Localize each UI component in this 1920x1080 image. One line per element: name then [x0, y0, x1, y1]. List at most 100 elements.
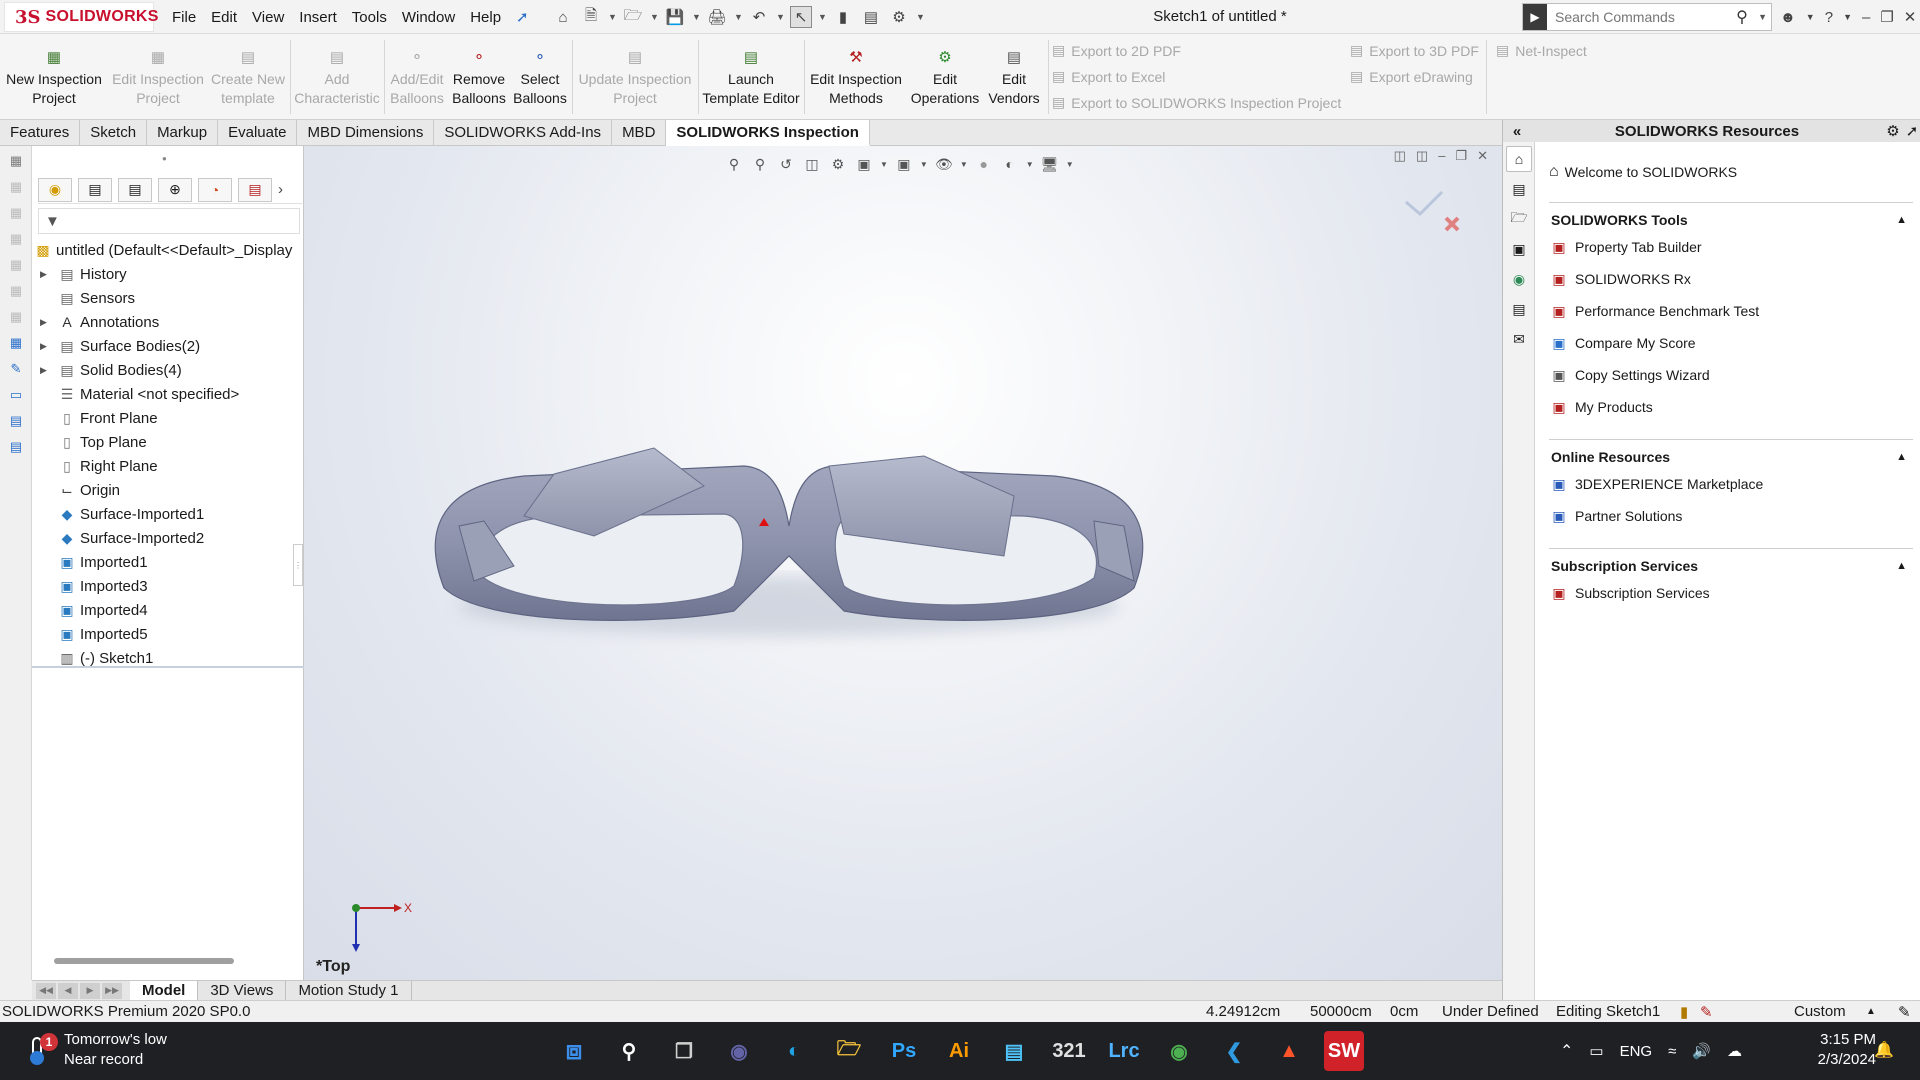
file-properties-icon[interactable]: ▤ [860, 6, 882, 28]
minimize-icon[interactable]: – [1862, 9, 1870, 26]
quick-tips-icon[interactable]: ✎ [1700, 1003, 1713, 1021]
illustrator-icon[interactable]: Ai [939, 1031, 979, 1071]
split-view-icon[interactable]: ◫ [1394, 148, 1406, 164]
edit-inspection-project-button[interactable]: ▦ Edit Inspection Project [108, 46, 208, 108]
media-player-icon[interactable]: 321 [1049, 1031, 1089, 1071]
display-tool-icon[interactable]: ▭ [5, 384, 27, 406]
onedrive-icon[interactable]: ☁ [1727, 1042, 1742, 1060]
tree-root-part[interactable]: ▩ untitled (Default<<Default>_Display [32, 238, 304, 262]
resource-section-header[interactable]: Online Resources ▲ [1549, 446, 1913, 468]
tree-item[interactable]: ▣ Imported5 [32, 622, 304, 646]
chevron-down-icon[interactable]: ▼ [1806, 12, 1815, 22]
eyeglasses-frame-model[interactable] [404, 356, 1174, 656]
edge-icon[interactable]: ◐ [774, 1031, 814, 1071]
chevron-up-icon[interactable]: ⌃ [1560, 1041, 1573, 1061]
rollback-bar[interactable] [32, 666, 304, 668]
chevron-down-icon[interactable]: ▼ [650, 12, 659, 22]
graphics-viewport[interactable]: ⚲ ⚲ ↺ ◫ ⚙ ▣ ▼ ▣ ▼ 👁 ▼ ● ◐ ▼ 🖥 ▼ ◫ ◫ – ❐ ✕ [304, 146, 1502, 980]
tablet-icon[interactable]: ▭ [1589, 1042, 1603, 1060]
menu-file[interactable]: File [172, 9, 196, 26]
dynamic-annotation-icon[interactable]: ⚙ [828, 154, 848, 174]
vscode-icon[interactable]: ❮ [1214, 1031, 1254, 1071]
tree-item[interactable]: ▶ ▤ Surface Bodies(2) [32, 334, 304, 358]
last-tab-icon[interactable]: ▶▶ [102, 982, 122, 999]
appearances-icon[interactable]: ◉ [1506, 266, 1532, 292]
select-pointer-icon[interactable]: ↖ [790, 6, 812, 28]
search-icon[interactable]: ⚲ [609, 1031, 649, 1071]
unit-system-selector[interactable]: Custom [1794, 1003, 1846, 1020]
sketch-tool-icon[interactable]: ▦ [5, 228, 27, 250]
menu-view[interactable]: View [252, 9, 284, 26]
panel-collapse-handle[interactable]: ⋮ [293, 544, 303, 586]
expand-arrow-icon[interactable]: ▶ [40, 365, 52, 376]
resource-section-header[interactable]: SOLIDWORKS Tools ▲ [1549, 209, 1913, 231]
restore-icon[interactable]: ❐ [1455, 148, 1467, 164]
feature-tree-tab-icon[interactable]: ◉ [38, 177, 72, 202]
chevron-right-icon[interactable]: › [278, 181, 283, 198]
sketch-tool-icon[interactable]: ▦ [5, 254, 27, 276]
view-palette-icon[interactable]: ▣ [1506, 236, 1532, 262]
tab-model[interactable]: Model [130, 980, 199, 1001]
prev-tab-icon[interactable]: ◀ [58, 982, 78, 999]
tab-3d-views[interactable]: 3D Views [198, 980, 287, 1001]
undo-icon[interactable]: ↶ [748, 6, 770, 28]
split-view-icon[interactable]: ◫ [1416, 148, 1428, 164]
zoom-to-fit-icon[interactable]: ⚲ [724, 154, 744, 174]
first-tab-icon[interactable]: ◀◀ [36, 982, 56, 999]
edit-vendors-button[interactable]: ▤ Edit Vendors [982, 46, 1046, 108]
solidworks-icon[interactable]: SW [1324, 1031, 1364, 1071]
open-folder-icon[interactable]: 🗁 [622, 6, 644, 28]
custom-properties-icon[interactable]: ▤ [1506, 296, 1532, 322]
minimize-icon[interactable]: – [1438, 148, 1445, 164]
export-inspection-project-button[interactable]: ▤ Export to SOLIDWORKS Inspection Project [1052, 94, 1341, 111]
resource-link[interactable]: ▣ Partner Solutions [1549, 500, 1913, 532]
next-tab-icon[interactable]: ▶ [80, 982, 100, 999]
chevron-down-icon[interactable]: ▼ [1026, 160, 1034, 169]
update-inspection-project-button[interactable]: ▤ Update Inspection Project [574, 46, 696, 108]
tree-item[interactable]: ▯ Front Plane [32, 406, 304, 430]
tab-features[interactable]: Features [0, 120, 81, 146]
resource-link[interactable]: ▣ 3DEXPERIENCE Marketplace [1549, 468, 1913, 500]
appearance-icon[interactable]: ● [974, 154, 994, 174]
tree-item[interactable]: ☰ Material <not specified> [32, 382, 304, 406]
settings-gear-icon[interactable]: ⚙ [1883, 122, 1903, 140]
rebuild-icon[interactable]: ▮ [832, 6, 854, 28]
resource-link[interactable]: ▣ Copy Settings Wizard [1549, 359, 1913, 391]
tab-evaluate[interactable]: Evaluate [218, 120, 298, 146]
horizontal-scrollbar[interactable] [54, 958, 234, 964]
add-edit-balloons-button[interactable]: ⚬ Add/Edit Balloons [386, 46, 448, 108]
expand-arrow-icon[interactable]: ▶ [40, 317, 52, 328]
collapse-section-icon[interactable]: ▲ [1896, 214, 1907, 226]
edit-operations-button[interactable]: ⚙ Edit Operations [908, 46, 982, 108]
task-view-icon[interactable]: ❐ [664, 1031, 704, 1071]
property-manager-tab-icon[interactable]: ▤ [78, 177, 112, 202]
brave-icon[interactable]: ▲ [1269, 1031, 1309, 1071]
video-chat-icon[interactable]: ◉ [719, 1031, 759, 1071]
resource-link[interactable]: ▣ Performance Benchmark Test [1549, 295, 1913, 327]
user-icon[interactable]: ☻ [1780, 9, 1796, 26]
select-balloons-button[interactable]: ⚬ Select Balloons [510, 46, 570, 108]
tab-solidworks-inspection[interactable]: SOLIDWORKS Inspection [666, 120, 870, 146]
folder-icon[interactable]: 🗁 [829, 1031, 869, 1071]
display-style-icon[interactable]: ▣ [894, 154, 914, 174]
chevron-down-icon[interactable]: ▼ [1758, 12, 1767, 22]
tab-mbd[interactable]: MBD [612, 120, 667, 146]
chevron-down-icon[interactable]: ▼ [880, 160, 888, 169]
view-settings-icon[interactable]: 🖥 [1040, 154, 1060, 174]
export-edrawing-button[interactable]: ▤ Export eDrawing [1350, 68, 1473, 85]
remove-balloons-button[interactable]: ⚬ Remove Balloons [448, 46, 510, 108]
tab-sketch[interactable]: Sketch [80, 120, 148, 146]
weather-widget[interactable]: 1 Tomorrow's low Near record [24, 1030, 167, 1070]
chevron-down-icon[interactable]: ▼ [818, 12, 827, 22]
photoshop-icon[interactable]: Ps [884, 1031, 924, 1071]
restore-icon[interactable]: ❐ [1880, 8, 1893, 26]
design-library-icon[interactable]: ▤ [1506, 176, 1532, 202]
section-view-icon[interactable]: ◫ [802, 154, 822, 174]
new-inspection-project-button[interactable]: ▦ New Inspection Project [6, 46, 102, 108]
menu-edit[interactable]: Edit [211, 9, 237, 26]
lightroom-icon[interactable]: Lrc [1104, 1031, 1144, 1071]
options-gear-icon[interactable]: ⚙ [888, 6, 910, 28]
chrome-icon[interactable]: ◉ [1159, 1031, 1199, 1071]
pin-icon[interactable]: ➚ [1903, 122, 1920, 140]
chevron-down-icon[interactable]: ▼ [608, 12, 617, 22]
